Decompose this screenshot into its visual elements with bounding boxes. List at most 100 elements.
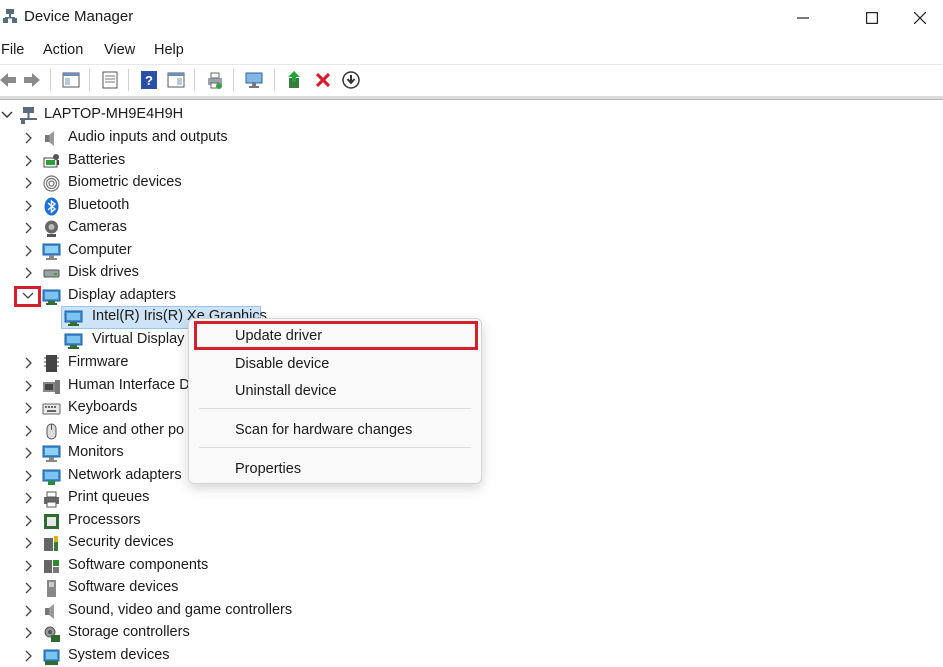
- category-label: System devices: [68, 646, 170, 663]
- toolbar-separator: [128, 69, 129, 91]
- category-label: Software components: [68, 556, 209, 573]
- scan-hardware-icon[interactable]: [244, 70, 264, 90]
- menu-disable-device[interactable]: Disable device: [235, 356, 329, 372]
- chevron-right-icon[interactable]: [21, 626, 35, 640]
- processor-icon: [44, 513, 59, 529]
- storage-icon: [44, 626, 60, 642]
- minimize-icon: [797, 17, 809, 19]
- device-manager-app-icon: [3, 9, 17, 23]
- close-button[interactable]: [897, 0, 943, 36]
- toolbar-separator: [89, 69, 90, 91]
- category-label: Sound, video and game controllers: [68, 601, 293, 618]
- security-icon: [44, 536, 58, 551]
- menu-help[interactable]: Help: [154, 42, 184, 58]
- category-label: Firmware: [68, 354, 129, 370]
- toolbar-separator: [233, 69, 234, 91]
- chevron-right-icon[interactable]: [21, 401, 35, 415]
- tree-root[interactable]: LAPTOP-MH9E4H9H: [0, 104, 600, 126]
- chevron-right-icon[interactable]: [21, 244, 35, 258]
- menu-scan-hardware[interactable]: Scan for hardware changes: [235, 422, 412, 438]
- view-icon[interactable]: [166, 70, 186, 90]
- toolbar-separator: [50, 69, 51, 91]
- category-label: Audio inputs and outputs: [68, 129, 228, 145]
- rollback-icon[interactable]: [341, 70, 361, 90]
- category-label: Disk drives: [68, 264, 139, 280]
- tree-item-biometric-devices[interactable]: Biometric devices: [0, 172, 600, 194]
- speaker-icon: [45, 131, 54, 146]
- network-adapter-icon: [42, 469, 61, 485]
- category-label: Software devices: [68, 579, 179, 595]
- show-hide-tree-icon[interactable]: [61, 70, 81, 90]
- category-label: Keyboards: [68, 399, 138, 415]
- computer-name: LAPTOP-MH9E4H9H: [44, 106, 184, 122]
- fingerprint-icon: [43, 175, 60, 192]
- chevron-right-icon[interactable]: [21, 199, 35, 213]
- toolbar-separator: [274, 69, 275, 91]
- chevron-down-icon[interactable]: [0, 108, 14, 122]
- tree-item-sound-video-and-game-controllers[interactable]: Sound, video and game controllers: [0, 600, 600, 622]
- keyboard-icon: [42, 403, 61, 415]
- tree-item-software-devices[interactable]: Software devices: [0, 577, 600, 599]
- menu-file[interactable]: File: [1, 42, 24, 58]
- battery-icon: [43, 153, 59, 167]
- bluetooth-icon: [44, 197, 59, 215]
- menu-view[interactable]: View: [104, 42, 135, 58]
- tree-item-processors[interactable]: Processors: [0, 510, 600, 532]
- chevron-right-icon[interactable]: [21, 356, 35, 370]
- mouse-icon: [46, 423, 57, 439]
- tree-item-print-queues[interactable]: Print queues: [0, 487, 600, 509]
- tree-item-display-adapters[interactable]: Display adapters: [0, 285, 600, 307]
- chevron-right-icon[interactable]: [21, 221, 35, 235]
- tree-item-storage-controllers[interactable]: Storage controllers: [0, 622, 600, 644]
- close-icon: [914, 12, 926, 24]
- back-icon[interactable]: [0, 70, 18, 90]
- monitor-icon: [42, 445, 61, 462]
- tree-item-system-devices[interactable]: System devices: [0, 645, 600, 667]
- forward-icon[interactable]: [22, 70, 42, 90]
- tree-item-audio-inputs-and-outputs[interactable]: Audio inputs and outputs: [0, 127, 600, 149]
- chevron-right-icon[interactable]: [21, 379, 35, 393]
- update-driver-icon[interactable]: [285, 70, 305, 90]
- chevron-right-icon[interactable]: [21, 154, 35, 168]
- maximize-icon: [866, 12, 878, 24]
- chevron-right-icon[interactable]: [21, 604, 35, 618]
- disk-drive-icon: [43, 269, 60, 278]
- chevron-right-icon[interactable]: [21, 469, 35, 483]
- chevron-right-icon[interactable]: [21, 491, 35, 505]
- tree-item-bluetooth[interactable]: Bluetooth: [0, 195, 600, 217]
- minimize-button[interactable]: [780, 0, 826, 36]
- chevron-right-icon[interactable]: [21, 131, 35, 145]
- chevron-right-icon[interactable]: [21, 424, 35, 438]
- svg-text:?: ?: [145, 73, 153, 88]
- tree-item-computer[interactable]: Computer: [0, 240, 600, 262]
- category-label: Network adapters: [68, 466, 182, 483]
- tree-item-software-components[interactable]: Software components: [0, 555, 600, 577]
- help-icon[interactable]: ?: [139, 70, 159, 90]
- tree-item-disk-drives[interactable]: Disk drives: [0, 262, 600, 284]
- print-icon[interactable]: [205, 70, 225, 90]
- category-label: Processors: [68, 511, 141, 528]
- menu-properties[interactable]: Properties: [235, 461, 301, 477]
- chevron-right-icon[interactable]: [21, 446, 35, 460]
- tree-item-batteries[interactable]: Batteries: [0, 150, 600, 172]
- chevron-right-icon[interactable]: [21, 514, 35, 528]
- hid-icon: [43, 379, 60, 394]
- category-label: Batteries: [68, 151, 126, 168]
- chevron-right-icon[interactable]: [21, 559, 35, 573]
- highlight-box: [14, 286, 41, 307]
- chevron-right-icon[interactable]: [21, 266, 35, 280]
- tree-item-security-devices[interactable]: Security devices: [0, 532, 600, 554]
- menu-uninstall-device[interactable]: Uninstall device: [235, 383, 337, 399]
- menu-action[interactable]: Action: [43, 42, 83, 58]
- uninstall-icon[interactable]: [313, 70, 333, 90]
- chevron-right-icon[interactable]: [21, 176, 35, 190]
- chevron-right-icon[interactable]: [21, 536, 35, 550]
- chevron-right-icon[interactable]: [21, 649, 35, 663]
- chevron-right-icon[interactable]: [21, 581, 35, 595]
- maximize-button[interactable]: [849, 0, 895, 36]
- menu-separator: [199, 447, 471, 448]
- sound-icon: [45, 603, 54, 619]
- computer-network-icon: [20, 107, 37, 124]
- properties-icon[interactable]: [100, 70, 120, 90]
- tree-item-cameras[interactable]: Cameras: [0, 217, 600, 239]
